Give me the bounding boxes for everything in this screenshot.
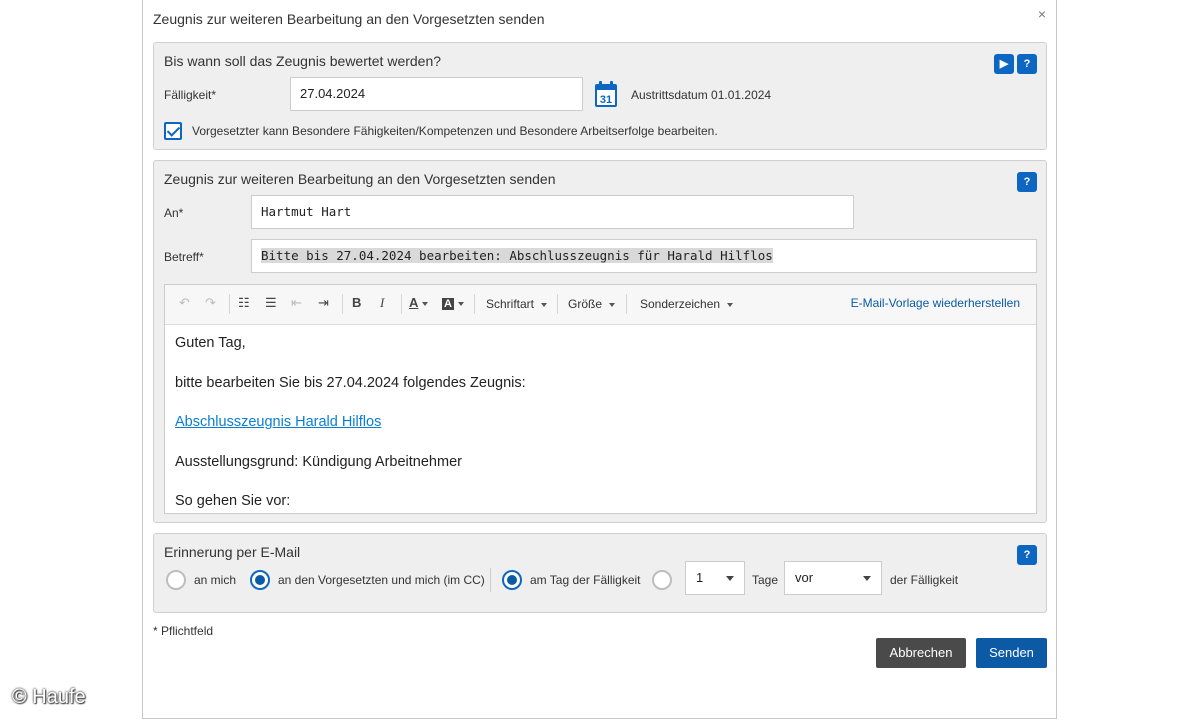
help-icon[interactable]: ? — [1017, 172, 1037, 192]
days-count-value: 1 — [696, 570, 704, 585]
chevron-down-icon — [457, 301, 464, 306]
restore-template-link[interactable]: E-Mail-Vorlage wiederherstellen — [851, 296, 1020, 310]
email-body-content[interactable]: Guten Tag, bitte bearbeiten Sie bis 27.0… — [175, 335, 526, 533]
due-date-input[interactable]: 27.04.2024 — [290, 77, 583, 111]
deadline-panel-title: Bis wann soll das Zeugnis bewertet werde… — [164, 53, 442, 69]
outdent-icon[interactable]: ⇤ — [291, 295, 302, 311]
subject-input-value: Bitte bis 27.04.2024 bearbeiten: Abschlu… — [261, 248, 773, 263]
italic-icon[interactable]: I — [380, 295, 384, 311]
required-field-note: * Pflichtfeld — [153, 624, 214, 638]
toolbar-divider — [474, 294, 475, 314]
reminder-divider — [490, 568, 491, 592]
font-family-label: Schriftart — [486, 297, 535, 311]
email-next: So gehen Sie vor: — [175, 493, 291, 509]
before-after-select[interactable]: vor — [784, 561, 882, 595]
days-before-radio[interactable] — [652, 570, 672, 590]
undo-icon[interactable]: ↶ — [179, 295, 190, 311]
days-label: Tage — [752, 573, 779, 587]
chevron-down-icon — [727, 302, 734, 307]
toolbar-divider — [626, 294, 627, 314]
send-panel-title: Zeugnis zur weiteren Bearbeitung an den … — [164, 171, 556, 187]
subject-label: Betreff* — [164, 250, 204, 264]
remind-me-radio[interactable] — [166, 570, 186, 590]
special-chars-dropdown[interactable]: Sonderzeichen — [640, 297, 734, 311]
bold-icon[interactable]: B — [352, 295, 361, 310]
email-link-line: Abschlusszeugnis Harald Hilflos — [175, 414, 526, 454]
toolbar-divider — [229, 294, 230, 314]
chevron-down-icon — [541, 302, 548, 307]
due-date-label: Fälligkeit* — [164, 88, 217, 102]
certificate-link[interactable]: Abschlusszeugnis Harald Hilflos — [175, 414, 381, 430]
send-panel: Zeugnis zur weiteren Bearbeitung an den … — [153, 160, 1047, 523]
email-greeting: Guten Tag, — [175, 335, 246, 351]
indent-icon[interactable]: ⇥ — [318, 295, 329, 311]
toolbar-divider — [557, 294, 558, 314]
font-color-glyph: A — [409, 295, 419, 310]
supervisor-edit-checkbox[interactable] — [164, 122, 182, 140]
remind-supervisor-label: an den Vorgesetzten und mich (im CC) — [278, 573, 485, 587]
to-input[interactable]: Hartmut Hart — [251, 195, 854, 229]
toolbar-divider — [342, 294, 343, 314]
copyright-watermark: © Haufe — [12, 686, 86, 708]
send-button[interactable]: Senden — [976, 638, 1047, 668]
calendar-day-text: 31 — [600, 94, 612, 106]
chevron-down-icon — [609, 302, 616, 307]
background-color-icon[interactable]: A — [442, 295, 464, 310]
send-to-supervisor-dialog: Zeugnis zur weiteren Bearbeitung an den … — [142, 0, 1057, 719]
font-size-label: Größe — [568, 297, 603, 311]
dialog-title: Zeugnis zur weiteren Bearbeitung an den … — [153, 11, 545, 27]
play-icon[interactable]: ▶ — [994, 54, 1014, 74]
chevron-down-icon — [863, 576, 871, 581]
calendar-icon[interactable]: 31 — [594, 80, 618, 108]
email-reason: Ausstellungsgrund: Kündigung Arbeitnehme… — [175, 453, 462, 470]
due-suffix-label: der Fälligkeit — [890, 573, 959, 587]
exit-date-text: Austrittsdatum 01.01.2024 — [631, 88, 772, 102]
font-size-dropdown[interactable]: Größe — [568, 297, 616, 311]
ordered-list-icon[interactable]: ☷ — [238, 295, 250, 311]
remind-supervisor-radio[interactable] — [250, 570, 270, 590]
remind-me-label: an mich — [194, 573, 237, 587]
special-chars-label: Sonderzeichen — [640, 297, 721, 311]
chevron-down-icon — [422, 301, 429, 306]
due-day-radio[interactable] — [502, 570, 522, 590]
close-icon[interactable]: × — [1038, 6, 1046, 22]
font-color-icon[interactable]: A — [409, 295, 429, 310]
help-icon[interactable]: ? — [1017, 54, 1037, 74]
toolbar-divider — [401, 294, 402, 314]
background-color-glyph: A — [442, 298, 454, 310]
email-body-editor[interactable]: ↶ ↷ ☷ ☰ ⇤ ⇥ B I A A Schriftart Größe Son… — [164, 284, 1037, 514]
editor-toolbar: ↶ ↷ ☷ ☰ ⇤ ⇥ B I A A Schriftart Größe Son… — [165, 285, 1036, 325]
days-count-select[interactable]: 1 — [685, 561, 745, 595]
deadline-panel: Bis wann soll das Zeugnis bewertet werde… — [153, 42, 1047, 150]
to-label: An* — [164, 206, 184, 220]
email-line: bitte bearbeiten Sie bis 27.04.2024 folg… — [175, 374, 526, 391]
bullet-list-icon[interactable]: ☰ — [265, 295, 277, 311]
reminder-panel: Erinnerung per E-Mail ? an mich an den V… — [153, 533, 1047, 613]
before-after-value: vor — [795, 570, 814, 585]
subject-input[interactable]: Bitte bis 27.04.2024 bearbeiten: Abschlu… — [251, 239, 1037, 273]
supervisor-edit-checkbox-label: Vorgesetzter kann Besondere Fähigkeiten/… — [192, 124, 718, 138]
font-family-dropdown[interactable]: Schriftart — [486, 297, 548, 311]
chevron-down-icon — [726, 576, 734, 581]
cancel-button[interactable]: Abbrechen — [876, 638, 966, 668]
help-icon[interactable]: ? — [1017, 545, 1037, 565]
due-day-label: am Tag der Fälligkeit — [530, 573, 641, 587]
reminder-panel-title: Erinnerung per E-Mail — [164, 544, 301, 560]
redo-icon[interactable]: ↷ — [205, 295, 216, 311]
